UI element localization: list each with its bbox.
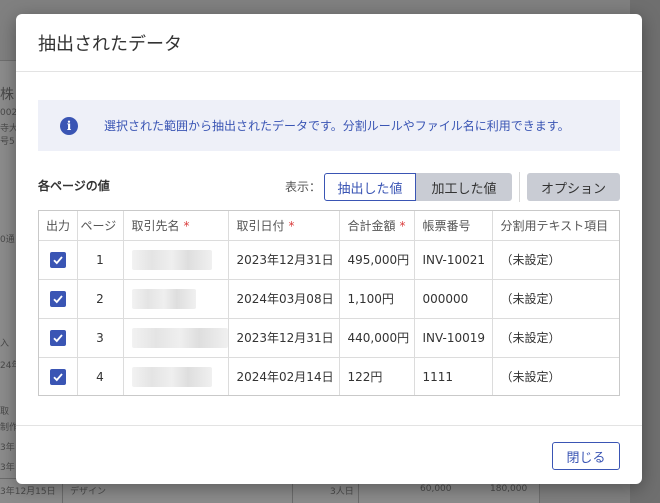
- info-banner: i 選択された範囲から抽出されたデータです。分割ルールやファイル名に利用できます…: [38, 100, 620, 151]
- required-mark: *: [288, 218, 295, 233]
- cell-date[interactable]: 2023年12月31日: [228, 318, 340, 358]
- section-title: 各ページの値: [38, 179, 110, 193]
- column-header-split-text: 分割用テキスト項目: [492, 211, 619, 241]
- column-header-voucher: 帳票番号: [414, 211, 493, 241]
- cell-page: 2: [77, 279, 124, 319]
- processed-values-toggle[interactable]: 加工した値: [416, 173, 512, 201]
- column-header-amount: 合計金額 *: [339, 211, 415, 241]
- bg-text: 3人日: [330, 487, 354, 497]
- cell-date[interactable]: 2024年02月14日: [228, 357, 340, 395]
- cell-page: 1: [77, 240, 124, 280]
- extracted-values-toggle[interactable]: 抽出した値: [324, 173, 416, 201]
- redacted-client-name: [131, 327, 228, 348]
- bg-text: 180,000: [490, 484, 528, 494]
- output-checkbox[interactable]: [50, 368, 66, 385]
- table-row: 2 2024年03月08日 1,100円 000000 （未設定）: [39, 279, 619, 319]
- cell-voucher[interactable]: INV-10019: [414, 318, 493, 358]
- bg-text: 取: [0, 407, 10, 417]
- bg-text: 60,000: [420, 484, 452, 494]
- output-checkbox[interactable]: [50, 251, 66, 268]
- bg-text: 0通: [0, 235, 15, 245]
- required-mark: *: [399, 218, 406, 233]
- data-table: 出力 ページ 取引先名 * 取引日付 * 合計金額 * 帳票番号 分割用テキスト項目 …: [38, 210, 620, 396]
- checkmark-icon: [53, 294, 63, 303]
- display-label: 表示：: [285, 180, 322, 194]
- column-header-output: 出力: [39, 211, 78, 241]
- table-row: 3 2023年12月31日 440,000円 INV-10019 （未設定）: [39, 318, 619, 358]
- bg-text: 入: [0, 339, 10, 349]
- cell-client: [123, 240, 229, 280]
- extracted-data-dialog: 抽出されたデータ i 選択された範囲から抽出されたデータです。分割ルールやファイ…: [16, 14, 642, 484]
- cell-page: 4: [77, 357, 124, 395]
- dialog-title: 抽出されたデータ: [38, 33, 182, 55]
- table-header-row: 出力 ページ 取引先名 * 取引日付 * 合計金額 * 帳票番号 分割用テキスト項目: [39, 211, 619, 241]
- cell-amount[interactable]: 440,000円: [339, 318, 415, 358]
- bg-text: 株: [0, 87, 14, 103]
- required-mark: *: [183, 218, 190, 233]
- column-header-date: 取引日付 *: [228, 211, 340, 241]
- table-row: 1 2023年12月31日 495,000円 INV-10021 （未設定）: [39, 240, 619, 280]
- bg-text: 3年12月15日: [0, 487, 56, 497]
- cell-voucher[interactable]: 000000: [414, 279, 493, 319]
- info-text: 選択された範囲から抽出されたデータです。分割ルールやファイル名に利用できます。: [104, 119, 570, 133]
- options-button[interactable]: オプション: [527, 173, 620, 201]
- dialog-footer: 閉じる: [16, 425, 642, 484]
- info-icon: i: [60, 116, 78, 135]
- toolbar-divider: [519, 172, 520, 202]
- cell-client: [123, 318, 229, 358]
- close-button[interactable]: 閉じる: [552, 442, 620, 470]
- bg-text: デザイン: [70, 487, 107, 497]
- bg-text: 号5: [0, 137, 15, 147]
- bg-text: 3年: [0, 443, 15, 453]
- checkmark-icon: [53, 333, 63, 342]
- table-row: 4 2024年02月14日 122円 1111 （未設定）: [39, 357, 619, 395]
- cell-date[interactable]: 2024年03月08日: [228, 279, 340, 319]
- cell-split-text[interactable]: （未設定）: [492, 357, 619, 395]
- redacted-client-name: [131, 366, 212, 387]
- redacted-client-name: [131, 288, 196, 309]
- cell-date[interactable]: 2023年12月31日: [228, 240, 340, 280]
- cell-amount[interactable]: 1,100円: [339, 279, 415, 319]
- cell-client: [123, 279, 229, 319]
- cell-voucher[interactable]: INV-10021: [414, 240, 493, 280]
- output-checkbox[interactable]: [50, 290, 66, 307]
- cell-voucher[interactable]: 1111: [414, 357, 493, 395]
- cell-split-text[interactable]: （未設定）: [492, 240, 619, 280]
- redacted-client-name: [131, 249, 212, 270]
- cell-split-text[interactable]: （未設定）: [492, 279, 619, 319]
- column-header-page: ページ: [77, 211, 124, 241]
- dialog-header: 抽出されたデータ: [16, 14, 642, 72]
- cell-amount[interactable]: 122円: [339, 357, 415, 395]
- cell-client: [123, 357, 229, 395]
- checkmark-icon: [53, 255, 63, 264]
- checkmark-icon: [53, 373, 63, 382]
- bg-text: 3年: [0, 463, 15, 473]
- cell-split-text[interactable]: （未設定）: [492, 318, 619, 358]
- output-checkbox[interactable]: [50, 329, 66, 346]
- cell-amount[interactable]: 495,000円: [339, 240, 415, 280]
- column-header-client: 取引先名 *: [123, 211, 229, 241]
- bg-text: 002: [0, 108, 18, 118]
- cell-page: 3: [77, 318, 124, 358]
